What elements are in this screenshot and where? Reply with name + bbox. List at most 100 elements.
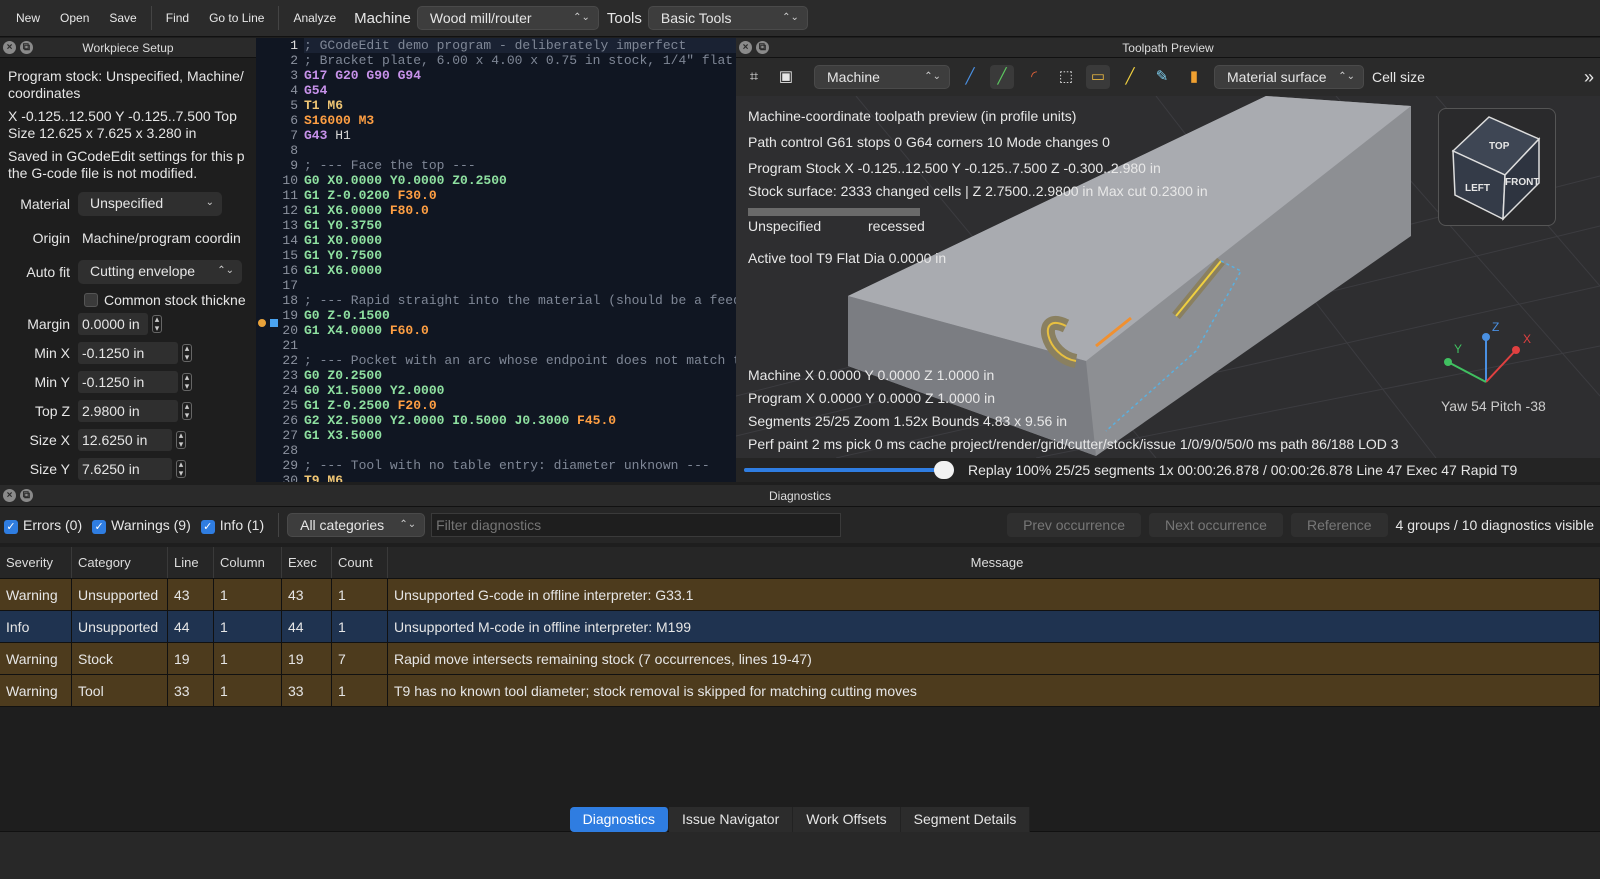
code-line[interactable]: ; --- Face the top --- [304, 158, 736, 173]
stepper[interactable]: ▴ ▾ [182, 373, 192, 391]
size-y-input[interactable]: 7.6250 in [78, 458, 172, 480]
origin-value[interactable]: Machine/program coordin [78, 227, 248, 249]
code-line[interactable]: ; --- Pocket with an arc whose endpoint … [304, 353, 736, 368]
code-line[interactable]: ; Bracket plate, 6.00 x 4.00 x 0.75 in s… [304, 53, 736, 68]
code-line[interactable]: S16000 M3 [304, 113, 736, 128]
save-button[interactable]: Save [99, 0, 146, 37]
code-area[interactable]: ; GCodeEdit demo program - deliberately … [304, 38, 736, 482]
tools-select[interactable]: Basic Tools ⌃⌄ [647, 6, 808, 30]
table-row[interactable]: Warning Stock 19 1 19 7 Rapid move intersects … [0, 643, 1600, 675]
analyze-button[interactable]: Analyze [283, 0, 346, 37]
size-x-input[interactable]: 12.6250 in [78, 429, 172, 451]
snapshot-icon[interactable]: ▣ [774, 65, 798, 89]
top-z-input[interactable]: 2.9800 in [78, 400, 178, 422]
errors-filter[interactable]: ✓ Errors (0) [4, 517, 82, 534]
tab-work-offsets[interactable]: Work Offsets [793, 807, 901, 832]
stepper[interactable]: ▴ ▾ [182, 402, 192, 420]
code-line[interactable]: G1 Y0.7500 [304, 248, 736, 263]
code-line[interactable]: G1 X4.0000 F60.0 [304, 323, 736, 338]
close-icon[interactable]: × [3, 41, 16, 54]
info-filter[interactable]: ✓ Info (1) [200, 517, 264, 534]
overflow-chevron-icon[interactable]: » [1584, 67, 1594, 88]
code-line[interactable]: G1 Z-0.0200 F30.0 [304, 188, 736, 203]
undock-icon[interactable]: ⧉ [20, 41, 33, 54]
bounds-icon[interactable]: ⬚ [1054, 65, 1078, 89]
go-to-line-button[interactable]: Go to Line [199, 0, 274, 37]
3d-viewport[interactable]: Machine-coordinate toolpath preview (in … [736, 96, 1600, 458]
heatmap-icon[interactable]: ▮ [1182, 65, 1206, 89]
code-line[interactable]: G54 [304, 83, 736, 98]
bookmark-marker-icon[interactable] [270, 319, 278, 327]
close-icon[interactable]: × [739, 41, 752, 54]
material-select[interactable]: Unspecified ⌄ [78, 192, 222, 216]
code-line[interactable]: T9 M6 [304, 473, 736, 482]
code-line[interactable]: G2 X2.5000 Y2.0000 I0.5000 J0.3000 F45.0 [304, 413, 736, 428]
code-line[interactable]: T1 M6 [304, 98, 736, 113]
column-header[interactable]: Count [332, 547, 388, 578]
rapid-path-icon[interactable]: ╱ [958, 65, 982, 89]
warning-marker-icon[interactable] [258, 319, 266, 327]
code-line[interactable]: G1 X6.0000 F80.0 [304, 203, 736, 218]
column-header[interactable]: Message [388, 547, 1600, 578]
stepper[interactable]: ▴ ▾ [176, 431, 186, 449]
new-button[interactable]: New [6, 0, 50, 37]
code-line[interactable]: ; --- Tool with no table entry: diameter… [304, 458, 736, 473]
gcode-editor[interactable]: 1 2 3 4 5 6 7 8 9 10 11 12 13 14 15 16 17 18 19 20 21 22 23 24 2… [256, 38, 736, 482]
code-line[interactable] [304, 278, 736, 293]
table-row[interactable]: Warning Unsupported 43 1 43 1 Unsupported G-co… [0, 579, 1600, 611]
measure-icon[interactable]: ✎ [1150, 65, 1174, 89]
prev-occurrence-button[interactable]: Prev occurrence [1007, 513, 1142, 537]
coordinate-select[interactable]: Machine ⌃⌄ [814, 65, 950, 89]
tab-issue-navigator[interactable]: Issue Navigator [668, 807, 794, 832]
undock-icon[interactable]: ⧉ [756, 41, 769, 54]
arc-path-icon[interactable]: ◜ [1022, 65, 1046, 89]
code-line[interactable] [304, 338, 736, 353]
column-header[interactable]: Line [168, 547, 214, 578]
code-line[interactable] [304, 443, 736, 458]
stepper[interactable]: ▴ ▾ [182, 344, 192, 362]
stepper[interactable]: ▴ ▾ [176, 460, 186, 478]
code-line[interactable]: ; GCodeEdit demo program - deliberately … [304, 38, 736, 53]
code-line[interactable]: G1 Z-0.2500 F20.0 [304, 398, 736, 413]
code-line[interactable] [304, 143, 736, 158]
column-header[interactable]: Category [72, 547, 168, 578]
min-y-input[interactable]: -0.1250 in [78, 371, 178, 393]
filter-diagnostics-input[interactable] [431, 513, 842, 537]
code-line[interactable]: G1 Y0.3750 [304, 218, 736, 233]
code-line[interactable]: G1 X3.5000 [304, 428, 736, 443]
code-line[interactable]: G17 G20 G90 G94 [304, 68, 736, 83]
common-stock-checkbox[interactable] [84, 293, 98, 307]
replay-knob[interactable] [934, 461, 954, 479]
stepper[interactable]: ▴ ▾ [152, 315, 162, 333]
close-icon[interactable]: × [3, 489, 16, 502]
category-select[interactable]: All categories ⌃⌄ [287, 513, 426, 537]
view-cube[interactable]: TOP LEFT FRONT [1438, 108, 1556, 226]
feed-path-icon[interactable]: ╱ [990, 65, 1014, 89]
tab-diagnostics[interactable]: Diagnostics [569, 807, 669, 832]
crop-icon[interactable]: ⌗ [742, 65, 766, 89]
open-button[interactable]: Open [50, 0, 99, 37]
tool-icon[interactable]: ╱ [1118, 65, 1142, 89]
reference-button[interactable]: Reference [1290, 513, 1388, 537]
code-line[interactable]: G0 X0.0000 Y0.0000 Z0.2500 [304, 173, 736, 188]
next-occurrence-button[interactable]: Next occurrence [1149, 513, 1283, 537]
find-button[interactable]: Find [156, 0, 199, 37]
code-line[interactable]: G0 X1.5000 Y2.0000 [304, 383, 736, 398]
warnings-filter[interactable]: ✓ Warnings (9) [92, 517, 191, 534]
undock-icon[interactable]: ⧉ [20, 489, 33, 502]
stock-icon[interactable]: ▭ [1086, 65, 1110, 89]
table-row[interactable]: Warning Tool 33 1 33 1 T9 has no known tool di… [0, 675, 1600, 707]
code-line[interactable]: G0 Z-0.1500 [304, 308, 736, 323]
tab-segment-details[interactable]: Segment Details [900, 807, 1031, 832]
machine-select[interactable]: Wood mill/router ⌃⌄ [416, 6, 599, 30]
code-line[interactable]: G1 X0.0000 [304, 233, 736, 248]
autofit-select[interactable]: Cutting envelope ⌃⌄ [78, 260, 242, 284]
code-line[interactable]: ; --- Rapid straight into the material (… [304, 293, 736, 308]
min-x-input[interactable]: -0.1250 in [78, 342, 178, 364]
column-header[interactable]: Column [214, 547, 282, 578]
column-header[interactable]: Exec [282, 547, 332, 578]
column-header[interactable]: Severity [0, 547, 72, 578]
margin-input[interactable]: 0.0000 in [78, 313, 148, 335]
code-line[interactable]: G43 H1 [304, 128, 736, 143]
table-row[interactable]: Info Unsupported 44 1 44 1 Unsupported M-code … [0, 611, 1600, 643]
